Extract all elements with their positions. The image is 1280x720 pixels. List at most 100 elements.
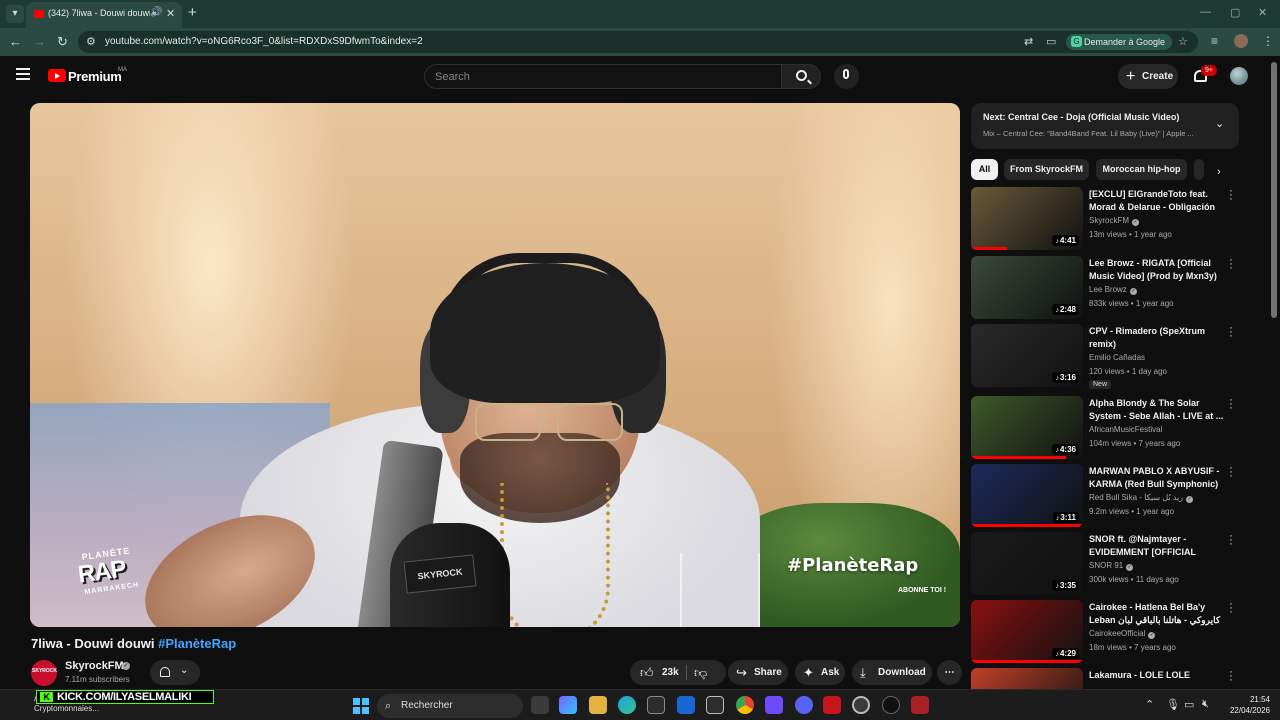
chevron-down-icon[interactable]: ⌄	[1215, 117, 1224, 130]
volume-muted-icon[interactable]: 🔇︎	[1202, 698, 1209, 711]
recommendation-channel[interactable]: Red Bull Sika - ريد بُل سيكا ✓	[1089, 493, 1194, 503]
bookmark-star-icon[interactable]: ☆	[1178, 35, 1188, 48]
network-icon[interactable]: ▭	[1184, 698, 1194, 711]
like-count[interactable]: 23k	[662, 667, 679, 678]
more-vertical-icon[interactable]: · · ·	[1228, 395, 1234, 414]
thumb-up-icon[interactable]: 👍︎	[640, 660, 654, 685]
windows-start-icon[interactable]	[353, 698, 369, 714]
browser-menu-icon[interactable]: ⋮	[1262, 34, 1274, 48]
ask-google-button[interactable]: G Demander à Google	[1066, 34, 1172, 50]
video-player[interactable]: SKYROCK PLANÈTE RAP MARRAKECH #PlanèteRa…	[30, 103, 960, 627]
recommendation-title[interactable]: Alpha Blondy & The Solar System - Sebe A…	[1089, 397, 1225, 422]
discord-icon[interactable]	[795, 696, 813, 714]
recommendation-channel[interactable]: Lee Browz ✓	[1089, 285, 1137, 295]
close-window-button[interactable]: ✕	[1258, 6, 1267, 19]
microphone-tray-icon[interactable]: 🎙︎	[1166, 698, 1180, 711]
pinned-app-icon[interactable]	[911, 696, 929, 714]
show-hidden-icons-chevron[interactable]: ⌃	[1145, 698, 1154, 711]
edge-icon[interactable]	[618, 696, 636, 714]
more-vertical-icon[interactable]: · · ·	[1228, 531, 1234, 550]
more-actions-button[interactable]: ⋯	[937, 660, 962, 685]
chip-all[interactable]: All	[971, 159, 998, 180]
site-info-icon[interactable]: ⚙	[86, 35, 96, 48]
store-icon[interactable]	[647, 696, 665, 714]
create-button[interactable]: + Create	[1118, 64, 1178, 89]
recommendation-thumbnail[interactable]: ♪2:48	[971, 256, 1083, 319]
subscription-notifications-button[interactable]: ⌄	[150, 660, 200, 685]
recommendation-thumbnail[interactable]: ♪3:11	[971, 464, 1083, 527]
mail-icon[interactable]	[677, 696, 695, 714]
more-vertical-icon[interactable]: · · ·	[1228, 463, 1234, 482]
search-input[interactable]: Search	[424, 64, 782, 89]
taskbar-search-box[interactable]: ⌕ Rechercher	[377, 694, 523, 718]
recommendation-channel[interactable]: SkyrockFM ✓	[1089, 216, 1139, 226]
tab-close-icon[interactable]: ✕	[166, 7, 175, 20]
maximize-button[interactable]: ▢	[1230, 6, 1240, 19]
more-vertical-icon[interactable]: · · ·	[1228, 599, 1234, 618]
recommendation-item[interactable]: ♪2:48 Lee Browz - RIGATA [Official Music …	[971, 255, 1246, 320]
account-avatar[interactable]	[1230, 67, 1248, 85]
reload-button[interactable]: ↻	[57, 34, 68, 50]
briefcase-icon[interactable]	[706, 696, 724, 714]
tab-search-button[interactable]: ▾	[6, 5, 24, 23]
recommendation-title[interactable]: Lee Browz - RIGATA [Official Music Video…	[1089, 257, 1225, 282]
video-title-hashtag-link[interactable]: #PlanèteRap	[158, 636, 236, 651]
chevron-right-icon[interactable]: ›	[1217, 166, 1221, 178]
recommendation-item[interactable]: ♪4:36 Alpha Blondy & The Solar System - S…	[971, 395, 1246, 460]
forward-button[interactable]: →	[33, 34, 46, 49]
recommendation-item[interactable]: ♪3:16 CPV - Rimadero (SpeXtrum remix) Emil…	[971, 323, 1246, 389]
recommendation-thumbnail[interactable]: ♪3:16	[971, 324, 1083, 387]
download-button[interactable]: ⤓ Download	[852, 660, 932, 685]
recommendation-thumbnail[interactable]: ♪3:35	[971, 532, 1083, 595]
more-vertical-icon[interactable]: · · ·	[1228, 255, 1234, 274]
game-controller-icon[interactable]	[765, 696, 783, 714]
search-button[interactable]	[781, 64, 821, 89]
voice-search-button[interactable]	[834, 64, 859, 89]
recommendation-channel[interactable]: Emilio Cañadas	[1089, 353, 1145, 362]
recommendation-title[interactable]: MARWAN PABLO X ABYUSIF - KARMA (Red Bull…	[1089, 465, 1225, 490]
adobe-icon[interactable]	[823, 696, 841, 714]
recommendation-thumbnail[interactable]: ♪4:41	[971, 187, 1083, 250]
chip-from-channel[interactable]: From SkyrockFM	[1004, 159, 1089, 180]
chip-moroccan-hip-hop[interactable]: Moroccan hip-hop	[1096, 159, 1187, 180]
chrome-icon[interactable]	[736, 696, 754, 714]
channel-name-link[interactable]: SkyrockFM	[65, 660, 124, 672]
url-text[interactable]: youtube.com/watch?v=oNG6Rco3F_0&list=RDX…	[105, 36, 423, 47]
file-explorer-icon[interactable]	[589, 696, 607, 714]
translate-icon[interactable]: ⇄	[1024, 35, 1033, 48]
copilot-icon[interactable]	[559, 696, 577, 714]
recommendation-title[interactable]: Cairokee - Hatlena Bel Ba'y Leban كايروك…	[1089, 601, 1225, 626]
recommendation-title[interactable]: SNOR ft. @Najmtayer - EVIDEMMENT [OFFICI…	[1089, 533, 1225, 558]
browser-tab-youtube[interactable]: (342) 7liwa - Douwi douwi #PlanèteRap - …	[26, 2, 182, 28]
up-next-panel[interactable]: Next: Central Cee - Doja (Official Music…	[971, 103, 1239, 149]
browser-profile-avatar[interactable]	[1234, 34, 1248, 48]
steam-icon[interactable]	[882, 696, 900, 714]
recommendation-title[interactable]: [EXCLU] ElGrandeToto feat. Morad & Delar…	[1089, 188, 1225, 213]
recommendation-title[interactable]: Lakamura - LOLE LOLE	[1089, 669, 1225, 682]
more-vertical-icon[interactable]: · · ·	[1228, 667, 1234, 686]
more-vertical-icon[interactable]: · · ·	[1228, 323, 1234, 342]
new-tab-button[interactable]: +	[188, 4, 197, 21]
recommendation-channel[interactable]: AfricanMusicFestival	[1089, 425, 1162, 434]
taskbar-clock[interactable]: 21:54 22/04/2026	[1222, 694, 1270, 716]
channel-avatar[interactable]: SKYROCK	[31, 660, 57, 686]
reading-list-icon[interactable]: ≡	[1211, 34, 1218, 48]
recommendation-item[interactable]: ♪3:35 SNOR ft. @Najmtayer - EVIDEMMENT [O…	[971, 531, 1246, 596]
back-button[interactable]: ←	[9, 34, 22, 49]
obs-icon[interactable]	[852, 696, 870, 714]
address-bar[interactable]: ⚙ youtube.com/watch?v=oNG6Rco3F_0&list=R…	[78, 31, 1198, 53]
chip-more[interactable]	[1194, 159, 1204, 180]
thumb-down-icon[interactable]: 👎︎	[694, 660, 707, 685]
page-scrollbar[interactable]	[1271, 62, 1277, 318]
recommendation-title[interactable]: CPV - Rimadero (SpeXtrum remix)	[1089, 325, 1225, 350]
youtube-logo-icon[interactable]	[48, 69, 66, 82]
youtube-premium-wordmark[interactable]: Premium	[68, 69, 122, 84]
recommendation-item[interactable]: ♪3:11 MARWAN PABLO X ABYUSIF - KARMA (Red…	[971, 463, 1246, 528]
tab-audio-icon[interactable]: 🔊	[150, 7, 162, 18]
recommendation-thumbnail[interactable]: ♪4:29	[971, 600, 1083, 663]
more-vertical-icon[interactable]: · · ·	[1228, 186, 1234, 205]
ask-button[interactable]: ✦ Ask	[795, 660, 845, 685]
recommendation-channel[interactable]: CairokeeOfficial ✓	[1089, 629, 1156, 639]
minimize-button[interactable]: —	[1200, 6, 1211, 18]
recommendation-thumbnail[interactable]: ♪4:36	[971, 396, 1083, 459]
